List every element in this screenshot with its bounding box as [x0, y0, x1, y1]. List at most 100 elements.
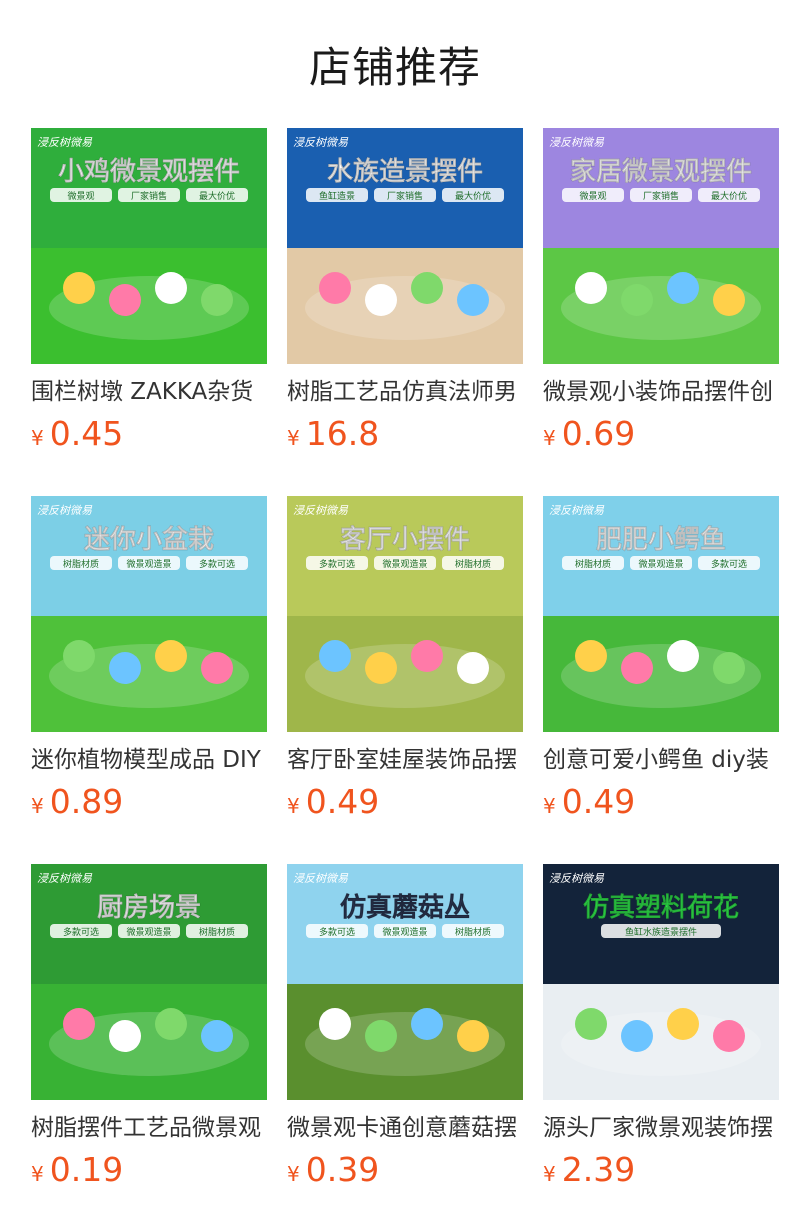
price-value: 0.45: [49, 414, 124, 453]
product-image[interactable]: 浸反树微易仿真塑料荷花鱼缸水族造景摆件: [543, 864, 779, 1100]
banner-headline: 仿真蘑菇丛: [340, 892, 470, 923]
brand-logo-text: 浸反树微易: [293, 872, 349, 885]
product-card[interactable]: 浸反树微易小鸡微景观摆件微景观 厂家销售 最大价优围栏树墩 ZAKKA杂货 ¥0.45: [31, 128, 267, 460]
banner-tag: 鱼缸造景: [319, 190, 355, 202]
banner-tag: 多款可选: [199, 558, 235, 570]
product-name[interactable]: 源头厂家微景观装饰摆: [543, 1112, 779, 1144]
product-card[interactable]: 浸反树微易 家居微景观摆件 微景观 厂家销售 最大价优 微景观小装饰品摆件创 ¥0.69: [543, 128, 779, 460]
product-image-graphic: 浸反树微易家居微景观摆件微景观 厂家销售 最大价优: [543, 128, 779, 364]
banner-tag: 微景观造景: [126, 558, 171, 570]
product-image[interactable]: 浸反树微易 迷你小盆栽 树脂材质 微景观造景 多款可选: [31, 496, 267, 732]
banner-tag: 树脂材质: [575, 558, 611, 570]
banner-tag: 树脂材质: [455, 558, 491, 570]
brand-logo-text: 浸反树微易: [37, 872, 93, 885]
product-price: ¥2.39: [543, 1150, 779, 1196]
product-image-graphic: 浸反树微易迷你小盆栽树脂材质 微景观造景 多款可选: [31, 496, 267, 732]
banner-tag: 多款可选: [63, 926, 99, 938]
banner-tag: 微景观造景: [382, 926, 427, 938]
banner-tag: 多款可选: [319, 558, 355, 570]
banner-tag: 最大价优: [711, 190, 747, 202]
price-value: 0.49: [305, 782, 380, 821]
banner-tag: 微景观造景: [126, 926, 171, 938]
price-value: 0.19: [49, 1150, 124, 1189]
product-card[interactable]: 浸反树微易 客厅小摆件 多款可选 微景观造景 树脂材质 客厅卧室娃屋装饰品摆 ¥0.49: [287, 496, 523, 828]
product-card[interactable]: 浸反树微易仿真塑料荷花鱼缸水族造景摆件源头厂家微景观装饰摆 ¥2.39: [543, 864, 779, 1196]
product-image[interactable]: 浸反树微易水族造景摆件鱼缸造景 厂家销售 最大价优: [287, 128, 523, 364]
product-name[interactable]: 迷你植物模型成品 DIY: [31, 744, 267, 776]
banner-tag: 多款可选: [711, 558, 747, 570]
currency-symbol: ¥: [287, 426, 300, 450]
currency-symbol: ¥: [543, 794, 556, 818]
product-price: ¥0.45: [31, 414, 267, 460]
product-price: ¥0.89: [31, 782, 267, 828]
price-value: 0.69: [561, 414, 636, 453]
brand-logo-text: 浸反树微易: [549, 504, 605, 517]
banner-tag: 微景观: [67, 190, 94, 202]
product-card[interactable]: 浸反树微易 厨房场景多款可选 微景观造景 树脂材质树脂摆件工艺品微景观 ¥0.19: [31, 864, 267, 1196]
banner-tag: 鱼缸水族造景摆件: [625, 926, 697, 938]
product-card[interactable]: 浸反树微易仿真蘑菇丛多款可选 微景观造景 树脂材质微景观卡通创意蘑菇摆 ¥0.39: [287, 864, 523, 1196]
price-value: 0.39: [305, 1150, 380, 1189]
product-name[interactable]: 微景观卡通创意蘑菇摆: [287, 1112, 523, 1144]
product-image-graphic: 浸反树微易仿真塑料荷花鱼缸水族造景摆件: [543, 864, 779, 1100]
brand-logo-text: 浸反树微易: [549, 872, 605, 885]
brand-logo-text: 浸反树微易: [293, 504, 349, 517]
banner-tag: 微景观造景: [382, 558, 427, 570]
banner-tag: 树脂材质: [63, 558, 99, 570]
product-image[interactable]: 浸反树微易仿真蘑菇丛多款可选 微景观造景 树脂材质: [287, 864, 523, 1100]
product-card[interactable]: 浸反树微易水族造景摆件鱼缸造景 厂家销售 最大价优树脂工艺品仿真法师男 ¥16.8: [287, 128, 523, 460]
product-image-graphic: 浸反树微易肥肥小鳄鱼树脂材质 微景观造景 多款可选: [543, 496, 779, 732]
product-image[interactable]: 浸反树微易 肥肥小鳄鱼 树脂材质 微景观造景 多款可选: [543, 496, 779, 732]
banner-headline: 小鸡微景观摆件: [58, 156, 240, 187]
page-title: 店铺推荐: [308, 43, 481, 92]
banner-headline: 厨房场景: [97, 893, 201, 923]
product-card[interactable]: 浸反树微易 迷你小盆栽 树脂材质 微景观造景 多款可选 迷你植物模型成品 DIY ¥0.89: [31, 496, 267, 828]
banner-headline: 家居微景观摆件: [570, 156, 752, 187]
banner-tag: 厂家销售: [387, 190, 423, 202]
product-price: ¥0.49: [543, 782, 779, 828]
currency-symbol: ¥: [543, 426, 556, 450]
product-image[interactable]: 浸反树微易 厨房场景多款可选 微景观造景 树脂材质: [31, 864, 267, 1100]
product-card[interactable]: 浸反树微易 肥肥小鳄鱼 树脂材质 微景观造景 多款可选 创意可爱小鳄鱼 diy装 ¥0.49: [543, 496, 779, 828]
product-image[interactable]: 浸反树微易小鸡微景观摆件微景观 厂家销售 最大价优: [31, 128, 267, 364]
product-name[interactable]: 创意可爱小鳄鱼 diy装: [543, 744, 779, 776]
banner-tag: 最大价优: [199, 190, 235, 202]
product-name[interactable]: 围栏树墩 ZAKKA杂货: [31, 376, 267, 408]
price-value: 16.8: [305, 414, 380, 453]
product-price: ¥0.49: [287, 782, 523, 828]
product-image-graphic: 浸反树微易客厅小摆件多款可选 微景观造景 树脂材质: [287, 496, 523, 732]
product-name[interactable]: 树脂工艺品仿真法师男: [287, 376, 523, 408]
brand-logo-text: 浸反树微易: [37, 504, 93, 517]
currency-symbol: ¥: [31, 794, 44, 818]
product-name[interactable]: 客厅卧室娃屋装饰品摆: [287, 744, 523, 776]
product-image[interactable]: 浸反树微易 家居微景观摆件 微景观 厂家销售 最大价优: [543, 128, 779, 364]
product-name[interactable]: 微景观小装饰品摆件创: [543, 376, 779, 408]
brand-logo-text: 浸反树微易: [293, 136, 349, 149]
product-price: ¥16.8: [287, 414, 523, 460]
currency-symbol: ¥: [287, 794, 300, 818]
currency-symbol: ¥: [31, 1162, 44, 1186]
currency-symbol: ¥: [543, 1162, 556, 1186]
brand-logo-text: 浸反树微易: [37, 136, 93, 149]
price-value: 0.49: [561, 782, 636, 821]
banner-tag: 最大价优: [455, 190, 491, 202]
currency-symbol: ¥: [287, 1162, 300, 1186]
product-image[interactable]: 浸反树微易 客厅小摆件 多款可选 微景观造景 树脂材质: [287, 496, 523, 732]
banner-headline: 水族造景摆件: [327, 156, 483, 187]
banner-tag: 多款可选: [319, 926, 355, 938]
price-value: 2.39: [561, 1150, 636, 1189]
product-price: ¥0.39: [287, 1150, 523, 1196]
banner-headline: 仿真塑料荷花: [583, 892, 739, 923]
product-image-graphic: 浸反树微易小鸡微景观摆件微景观 厂家销售 最大价优: [31, 128, 267, 364]
banner-tag: 厂家销售: [131, 190, 167, 202]
brand-logo-text: 浸反树微易: [549, 136, 605, 149]
product-image-graphic: 浸反树微易水族造景摆件鱼缸造景 厂家销售 最大价优: [287, 128, 523, 364]
currency-symbol: ¥: [31, 426, 44, 450]
banner-tag: 厂家销售: [643, 190, 679, 202]
product-price: ¥0.69: [543, 414, 779, 460]
banner-tag: 微景观造景: [638, 558, 683, 570]
product-image-graphic: 浸反树微易厨房场景多款可选 微景观造景 树脂材质: [31, 864, 267, 1100]
banner-tag: 树脂材质: [199, 926, 235, 938]
banner-tag: 树脂材质: [455, 926, 491, 938]
product-name[interactable]: 树脂摆件工艺品微景观: [31, 1112, 267, 1144]
